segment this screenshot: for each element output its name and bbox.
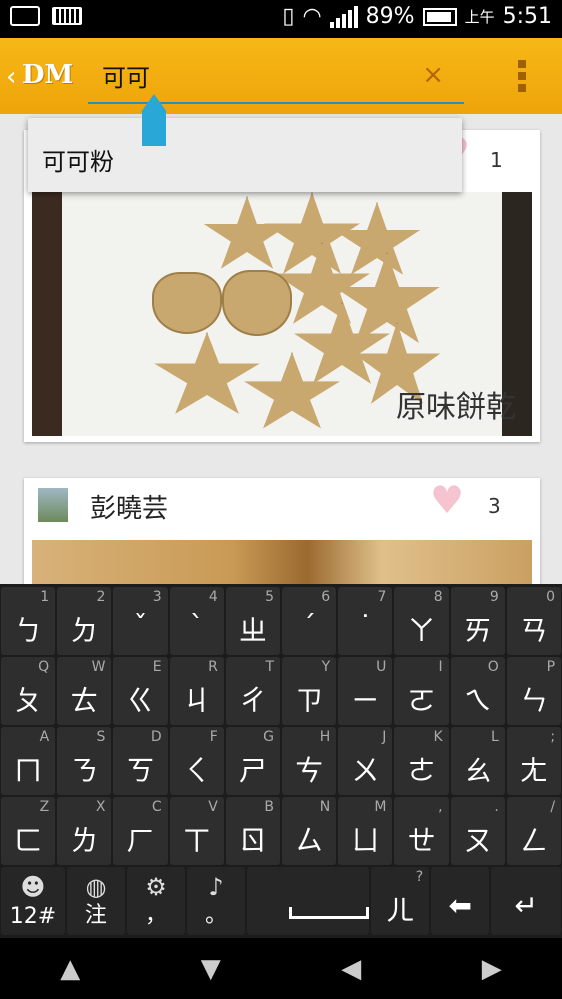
key[interactable]: Oㄟ: [450, 657, 505, 725]
like-count: 1: [490, 148, 503, 172]
key[interactable]: Pㄣ: [506, 657, 562, 725]
key-row: Zㄈ Xㄌ Cㄏ Vㄒ Bㄖ Nㄙ Mㄩ ,ㄝ .ㄡ / ㄥ: [0, 796, 562, 866]
key[interactable]: 2ㄉ: [57, 587, 112, 655]
key[interactable]: 5ㄓ: [225, 587, 281, 655]
clear-icon[interactable]: ×: [422, 60, 444, 90]
battery-icon: [422, 7, 457, 26]
screenshot-icon: [10, 6, 40, 26]
key[interactable]: Kㄜ: [394, 727, 449, 795]
enter-key[interactable]: ↵: [491, 867, 561, 935]
key-row: ☻ 12# ◍ 注 ⚙ ， ♪ 。 ? ㄦ ⬅ ↵: [0, 866, 562, 936]
dm-logo-icon: DM: [22, 60, 74, 90]
settings-key[interactable]: ⚙ ，: [126, 867, 186, 935]
language-key[interactable]: ◍ 注: [66, 867, 125, 935]
key[interactable]: Xㄌ: [57, 797, 112, 865]
key[interactable]: 6ˊ: [282, 587, 337, 655]
key[interactable]: / ㄥ: [506, 797, 562, 865]
keyboard-icon: [52, 7, 82, 25]
key[interactable]: Yㄗ: [282, 657, 337, 725]
caret-up-icon[interactable]: ▲: [60, 954, 80, 984]
recipe-caption: 原味餅乾: [396, 390, 516, 425]
search-input[interactable]: [102, 58, 402, 92]
key[interactable]: Fㄑ: [169, 727, 224, 795]
backspace-key[interactable]: ⬅: [431, 867, 490, 935]
caret-down-icon[interactable]: ▼: [201, 954, 221, 984]
key[interactable]: Jㄨ: [338, 727, 393, 795]
backspace-icon: ⬅: [448, 889, 472, 922]
zhuyin-keyboard: 1ㄅ 2ㄉ 3ˇ 4ˋ 5ㄓ 6ˊ 7 ˙ 8ㄚ 9ㄞ 0ㄢ Qㄆ Wㄊ Eㄍ R…: [0, 584, 562, 938]
er-key[interactable]: ? ㄦ: [371, 867, 430, 935]
key[interactable]: ; ㄤ: [506, 727, 562, 795]
key[interactable]: Bㄖ: [225, 797, 281, 865]
key[interactable]: Qㄆ: [1, 657, 56, 725]
voice-key[interactable]: ♪ 。: [187, 867, 246, 935]
search-suggestions: 可可粉: [28, 118, 462, 192]
space-key[interactable]: [247, 867, 370, 935]
clock: 5:51: [502, 4, 552, 29]
ampm-label: 上午: [464, 8, 495, 26]
key[interactable]: Iㄛ: [394, 657, 449, 725]
key[interactable]: Lㄠ: [450, 727, 505, 795]
key[interactable]: 3ˇ: [113, 587, 168, 655]
like-count: 3: [488, 494, 501, 518]
smiley-icon: ☻: [20, 873, 46, 901]
heart-icon[interactable]: ♥: [430, 478, 464, 522]
key[interactable]: Hㄘ: [282, 727, 337, 795]
key[interactable]: 8ㄚ: [394, 587, 449, 655]
search-field: ×: [88, 52, 464, 104]
key-row: Aㄇ Sㄋ Dㄎ Fㄑ Gㄕ Hㄘ Jㄨ Kㄜ Lㄠ ; ㄤ: [0, 726, 562, 796]
emoji-key[interactable]: ☻ 12#: [1, 867, 65, 935]
key[interactable]: Sㄋ: [57, 727, 112, 795]
key-row: 1ㄅ 2ㄉ 3ˇ 4ˋ 5ㄓ 6ˊ 7 ˙ 8ㄚ 9ㄞ 0ㄢ: [0, 586, 562, 656]
vibrate-icon: ▯: [282, 4, 295, 29]
overflow-menu-icon[interactable]: [518, 60, 528, 96]
battery-percent: 89%: [365, 4, 415, 29]
navigation-bar: ▲ ▼ ◀ ▶: [0, 938, 562, 999]
key[interactable]: Zㄈ: [1, 797, 56, 865]
author-name: 彭曉芸: [90, 494, 169, 524]
action-bar: ‹ DM ×: [0, 38, 562, 114]
key[interactable]: Nㄙ: [282, 797, 337, 865]
key[interactable]: 7 ˙: [338, 587, 393, 655]
recipe-card[interactable]: 彭曉芸 ♥ 3: [24, 478, 540, 600]
chevron-left-icon: ‹: [6, 62, 17, 92]
key[interactable]: Uㄧ: [338, 657, 393, 725]
app-logo-up-button[interactable]: ‹ DM: [6, 52, 74, 102]
enter-icon: ↵: [514, 889, 538, 922]
key[interactable]: Vㄒ: [169, 797, 224, 865]
key[interactable]: Mㄩ: [338, 797, 393, 865]
key[interactable]: 1ㄅ: [1, 587, 56, 655]
space-icon: [289, 907, 370, 919]
key-row: Qㄆ Wㄊ Eㄍ Rㄐ Tㄔ Yㄗ Uㄧ Iㄛ Oㄟ Pㄣ: [0, 656, 562, 726]
key[interactable]: ,ㄝ: [394, 797, 449, 865]
signal-icon: [329, 5, 358, 28]
caret-left-icon[interactable]: ◀: [341, 954, 361, 984]
key[interactable]: 0ㄢ: [506, 587, 562, 655]
suggestion-item[interactable]: 可可粉: [42, 142, 114, 177]
caret-right-icon[interactable]: ▶: [482, 954, 502, 984]
key[interactable]: Cㄏ: [113, 797, 168, 865]
key[interactable]: .ㄡ: [450, 797, 505, 865]
avatar: [38, 488, 68, 522]
key[interactable]: Eㄍ: [113, 657, 168, 725]
status-bar: ▯ ◠ 89% 上午 5:51: [0, 0, 562, 38]
key[interactable]: 9ㄞ: [450, 587, 505, 655]
key[interactable]: Wㄊ: [57, 657, 112, 725]
key[interactable]: Dㄎ: [113, 727, 168, 795]
key[interactable]: Aㄇ: [1, 727, 56, 795]
recipe-photo: 原味餅乾: [32, 192, 532, 436]
wifi-icon: ◠: [302, 4, 322, 29]
key[interactable]: Gㄕ: [225, 727, 281, 795]
key[interactable]: Tㄔ: [225, 657, 281, 725]
key[interactable]: 4ˋ: [169, 587, 224, 655]
key[interactable]: Rㄐ: [169, 657, 224, 725]
screen: ▯ ◠ 89% 上午 5:51 ‹ DM × ♥ 1: [0, 0, 562, 999]
